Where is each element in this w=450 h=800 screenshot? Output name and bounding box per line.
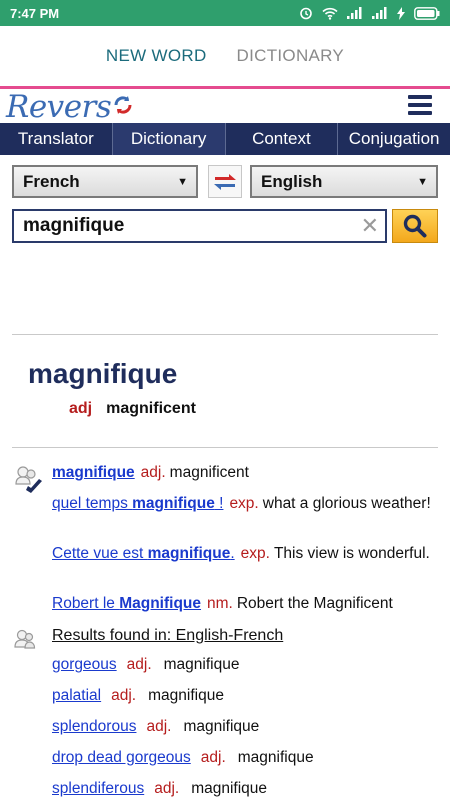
status-bar: 7:47 PM — [0, 0, 450, 26]
divider — [12, 447, 438, 448]
result-row: splendorous adj. magnifique — [52, 717, 259, 737]
result-row: palatial adj. magnifique — [52, 686, 224, 706]
result-term-link[interactable]: drop dead gorgeous — [52, 749, 191, 766]
result-translation: magnifique — [237, 749, 314, 766]
result-row: splendiferous adj. magnifique — [52, 779, 267, 799]
headword: magnifique — [28, 358, 178, 389]
swap-languages-button[interactable] — [208, 165, 242, 198]
entry-translation: what a glorious weather! — [262, 495, 431, 512]
reverso-header: Revers — [0, 89, 450, 125]
signal-icon — [347, 7, 362, 19]
entry-row: Robert le Magnifique nm. Robert the Magnif… — [52, 594, 432, 614]
entry-row: quel temps magnifique ! exp. what a glorio… — [52, 494, 432, 514]
verified-entry-icon — [15, 466, 42, 493]
nav-translator[interactable]: Translator — [0, 123, 113, 155]
status-time: 7:47 PM — [10, 5, 60, 21]
entry-term-link[interactable]: Robert le Magnifique — [52, 595, 201, 612]
result-term-link[interactable]: palatial — [52, 687, 101, 704]
result-pos: adj. — [154, 780, 180, 797]
search-box: ✕ — [12, 209, 387, 243]
headword-pos: adj — [69, 400, 93, 417]
entry-pos: exp. — [229, 495, 259, 512]
result-row: gorgeous adj. magnifique — [52, 655, 239, 675]
entry-translation: magnificent — [169, 464, 249, 481]
alarm-icon — [300, 7, 312, 20]
entry-term-link[interactable]: magnifique — [52, 464, 135, 481]
status-icons — [299, 6, 440, 20]
target-language-select[interactable]: English ▼ — [250, 165, 438, 198]
source-language-select[interactable]: French ▼ — [12, 165, 198, 198]
tab-new-word[interactable]: NEW WORD — [106, 42, 207, 70]
result-pos: adj. — [146, 718, 172, 735]
divider — [12, 334, 438, 335]
logo-text: Revers — [6, 89, 112, 125]
result-translation: magnifique — [148, 687, 224, 704]
reverso-logo-o-icon — [114, 96, 132, 114]
result-term-link[interactable]: gorgeous — [52, 656, 117, 673]
swap-arrows-icon — [214, 173, 236, 190]
result-row: drop dead gorgeous adj. magnifique — [52, 748, 314, 768]
clear-icon[interactable]: ✕ — [361, 215, 379, 237]
search-button[interactable] — [392, 209, 438, 243]
entry-term-link[interactable]: Cette vue est magnifique. — [52, 545, 235, 562]
wifi-icon — [322, 7, 338, 20]
result-translation: magnifique — [191, 780, 268, 797]
results-heading[interactable]: Results found in: English-French — [52, 627, 283, 645]
dropdown-caret-icon: ▼ — [177, 176, 188, 188]
reverso-nav: Translator Dictionary Context Conjugatio… — [0, 123, 450, 155]
result-term-link[interactable]: splendiferous — [52, 780, 144, 797]
result-translation: magnifique — [183, 718, 260, 735]
nav-conjugation[interactable]: Conjugation — [338, 123, 450, 155]
entry-term-link[interactable]: quel temps magnifique ! — [52, 495, 223, 512]
entry-row: Cette vue est magnifique. exp. This view i… — [52, 544, 432, 564]
language-selector-row: French ▼ English ▼ — [12, 165, 438, 199]
target-language-value: English — [261, 171, 323, 191]
entry-pos: nm. — [207, 595, 233, 612]
users-icon — [14, 629, 36, 649]
tab-dictionary[interactable]: DICTIONARY — [237, 42, 345, 70]
result-pos: adj. — [126, 656, 152, 673]
app-tab-bar: NEW WORD DICTIONARY — [0, 26, 450, 86]
dropdown-caret-icon: ▼ — [417, 176, 428, 188]
search-icon — [403, 214, 427, 238]
entry-row: magnifique adj. magnificent — [52, 463, 432, 483]
charging-icon — [397, 6, 405, 20]
entry-pos: exp. — [240, 545, 270, 562]
result-pos: adj. — [200, 749, 226, 766]
entry-translation: This view is wonderful. — [273, 545, 430, 562]
hamburger-menu-icon[interactable] — [408, 95, 432, 115]
source-language-value: French — [23, 171, 80, 191]
entry-pos: adj. — [140, 464, 166, 481]
result-term-link[interactable]: splendorous — [52, 718, 136, 735]
headword-translation: magnificent — [106, 400, 196, 417]
entry-translation: Robert the Magnificent — [236, 595, 393, 612]
nav-dictionary[interactable]: Dictionary — [112, 123, 226, 155]
result-pos: adj. — [111, 687, 137, 704]
headword-definition: adj magnificent — [69, 400, 196, 418]
result-translation: magnifique — [163, 656, 240, 673]
battery-icon — [414, 6, 440, 20]
signal-icon — [372, 7, 387, 19]
search-input[interactable] — [14, 215, 344, 237]
reverso-logo[interactable]: Revers — [6, 89, 112, 125]
nav-context[interactable]: Context — [226, 123, 339, 155]
